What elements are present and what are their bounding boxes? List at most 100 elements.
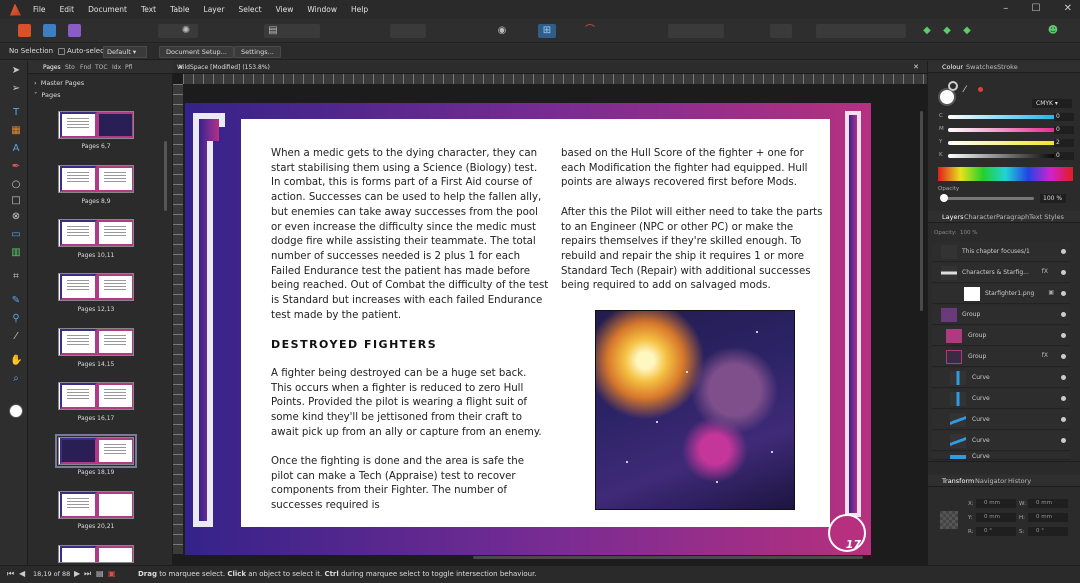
tab-swatches[interactable]: Swatches bbox=[966, 63, 997, 71]
yellow-value[interactable]: 2 bbox=[1054, 139, 1074, 147]
artistic-text-tool-icon[interactable]: A bbox=[10, 143, 22, 155]
layer-row[interactable]: Group bbox=[932, 305, 1070, 325]
tab-history[interactable]: History bbox=[1008, 477, 1031, 485]
layer-row[interactable]: Curve bbox=[932, 431, 1070, 451]
visibility-dot[interactable] bbox=[1061, 438, 1066, 443]
eyedropper-icon[interactable]: ⁄ bbox=[964, 85, 966, 95]
layer-row[interactable]: Curve bbox=[932, 452, 1070, 460]
visibility-dot[interactable] bbox=[1061, 291, 1066, 296]
page-thumb-12-13[interactable] bbox=[58, 273, 134, 301]
layer-opacity-value[interactable]: 100 % bbox=[960, 230, 977, 236]
gear-icon[interactable]: ✺ bbox=[180, 25, 192, 37]
close-icon[interactable]: ✕ bbox=[1064, 3, 1072, 14]
magenta-slider[interactable] bbox=[948, 128, 1058, 132]
pages-scrollbar[interactable] bbox=[164, 141, 167, 211]
settings-button[interactable]: Settings... bbox=[234, 46, 281, 58]
publisher-persona-icon[interactable] bbox=[18, 24, 31, 37]
menu-view[interactable]: View bbox=[276, 5, 294, 14]
color-picker-icon[interactable]: ⁄ bbox=[10, 331, 22, 343]
visibility-dot[interactable] bbox=[1061, 312, 1066, 317]
tab-toc[interactable]: TOC bbox=[95, 64, 108, 71]
zoom-tool-icon[interactable]: ⌕ bbox=[10, 373, 22, 385]
tab-stories[interactable]: Sto bbox=[65, 64, 75, 71]
maximize-icon[interactable]: ☐ bbox=[1031, 3, 1040, 14]
account-icon[interactable]: ☻ bbox=[1047, 25, 1059, 37]
document-setup-button[interactable]: Document Setup... bbox=[159, 46, 234, 58]
rotation-field[interactable]: 0 ° bbox=[976, 527, 1016, 536]
tab-character[interactable]: Character bbox=[964, 213, 996, 221]
magnet-icon[interactable]: ⌒ bbox=[584, 25, 596, 37]
shear-field[interactable]: 0 ° bbox=[1028, 527, 1068, 536]
visibility-dot[interactable] bbox=[1061, 375, 1066, 380]
magenta-value[interactable]: 0 bbox=[1054, 126, 1074, 134]
visibility-dot[interactable] bbox=[1061, 333, 1066, 338]
opacity-slider-handle[interactable] bbox=[940, 194, 948, 202]
spread-view-icon[interactable]: ▤ bbox=[96, 569, 104, 578]
fill-tool-icon[interactable]: ✎ bbox=[10, 295, 22, 307]
layer-row[interactable]: Group bbox=[932, 326, 1070, 346]
tab-index[interactable]: Idx bbox=[112, 64, 121, 71]
minimize-icon[interactable]: – bbox=[1003, 3, 1008, 14]
designer-persona-icon[interactable] bbox=[68, 24, 81, 37]
place-image-tool-icon[interactable]: ▥ bbox=[10, 247, 22, 259]
y-position-field[interactable]: 0 mm bbox=[976, 513, 1016, 522]
canvas-vertical-scrollbar[interactable] bbox=[920, 111, 923, 311]
fill-color-swatch[interactable] bbox=[9, 404, 23, 418]
auto-select-checkbox[interactable] bbox=[58, 48, 65, 55]
last-page-icon[interactable]: ⏭ bbox=[84, 569, 91, 579]
close-tab-icon[interactable]: ✕ bbox=[913, 63, 919, 71]
menu-edit[interactable]: Edit bbox=[60, 5, 75, 14]
document-tab[interactable]: ✕ WildSpace [Modified] (153.8%) ✕ bbox=[173, 61, 927, 74]
pages-row[interactable]: ˅ Pages bbox=[34, 91, 61, 99]
boolean-subtract-icon[interactable]: ◆ bbox=[941, 25, 953, 37]
black-slider[interactable] bbox=[948, 154, 1058, 158]
page-thumb-20-21[interactable] bbox=[58, 491, 134, 519]
document-page[interactable]: When a medic gets to the dying character… bbox=[185, 97, 871, 555]
layer-row[interactable]: Curve bbox=[932, 410, 1070, 430]
hand-tool-icon[interactable]: ✋ bbox=[10, 355, 22, 367]
affinity-publisher-logo-icon[interactable] bbox=[10, 3, 21, 16]
colour-spectrum[interactable] bbox=[938, 167, 1073, 181]
visibility-dot[interactable] bbox=[1061, 396, 1066, 401]
menu-select[interactable]: Select bbox=[238, 5, 261, 14]
boolean-add-icon[interactable]: ◆ bbox=[921, 25, 933, 37]
preflight-warning-icon[interactable]: ▣ bbox=[108, 569, 116, 578]
document-icon[interactable]: ▤ bbox=[267, 25, 279, 37]
menu-document[interactable]: Document bbox=[88, 5, 127, 14]
layer-row[interactable]: Starfighter1.png ▣ bbox=[932, 284, 1070, 304]
tab-pages[interactable]: Pages bbox=[43, 64, 61, 71]
tab-find[interactable]: Fnd bbox=[80, 64, 91, 71]
x-position-field[interactable]: 0 mm bbox=[976, 499, 1016, 508]
stroke-colour-ring[interactable] bbox=[948, 81, 958, 91]
yellow-slider[interactable] bbox=[948, 141, 1058, 145]
rectangle-tool-icon[interactable]: □ bbox=[10, 195, 22, 207]
menu-table[interactable]: Table bbox=[170, 5, 189, 14]
frame-text-tool-icon[interactable]: T bbox=[10, 107, 22, 119]
opacity-value[interactable]: 100 % bbox=[1040, 194, 1066, 203]
starfighter-illustration[interactable] bbox=[595, 310, 795, 510]
menu-file[interactable]: File bbox=[33, 5, 46, 14]
canvas-horizontal-scrollbar[interactable] bbox=[473, 556, 863, 559]
horizontal-ruler[interactable] bbox=[183, 74, 927, 84]
menu-text[interactable]: Text bbox=[141, 5, 156, 14]
page-thumb-22-23[interactable] bbox=[58, 545, 134, 563]
tab-transform[interactable]: Transform bbox=[942, 477, 974, 485]
visibility-dot[interactable] bbox=[1061, 417, 1066, 422]
visibility-dot[interactable] bbox=[1061, 249, 1066, 254]
page-thumb-10-11[interactable] bbox=[58, 219, 134, 247]
menu-layer[interactable]: Layer bbox=[204, 5, 225, 14]
page-thumb-18-19[interactable] bbox=[55, 434, 137, 468]
layer-row[interactable]: Group fX bbox=[932, 347, 1070, 367]
colour-model-dropdown[interactable]: CMYK ▾ bbox=[1032, 99, 1072, 108]
tab-preflight[interactable]: Pfl bbox=[125, 64, 132, 71]
cyan-value[interactable]: 0 bbox=[1054, 113, 1074, 121]
shape-tool-icon[interactable]: ⊗ bbox=[10, 211, 22, 223]
width-field[interactable]: 0 mm bbox=[1028, 499, 1068, 508]
tab-stroke[interactable]: Stroke bbox=[997, 63, 1018, 71]
page-thumb-6-7[interactable] bbox=[58, 111, 134, 139]
previous-page-icon[interactable]: ◀ bbox=[19, 569, 25, 578]
lock-icon[interactable]: ▣ bbox=[1048, 289, 1054, 296]
transparency-tool-icon[interactable]: ⚲ bbox=[10, 313, 22, 325]
tab-text-styles[interactable]: Text Styles bbox=[1029, 213, 1064, 221]
crop-tool-icon[interactable]: ⌗ bbox=[10, 271, 22, 283]
